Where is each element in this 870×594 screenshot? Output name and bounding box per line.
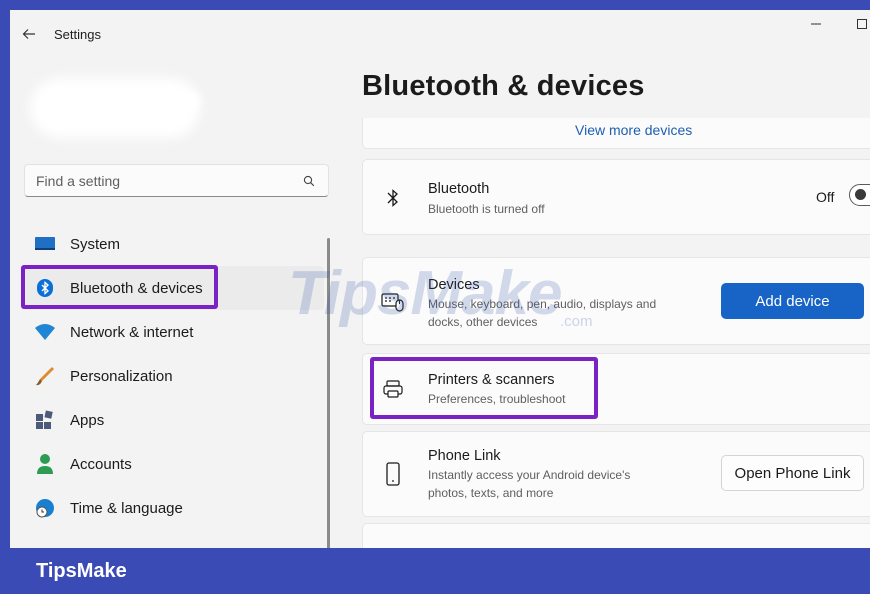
- brand-banner: TipsMake: [0, 548, 870, 594]
- wifi-icon: [34, 321, 56, 343]
- sidebar-item-bluetooth-devices[interactable]: Bluetooth & devices: [24, 266, 324, 310]
- app-title: Settings: [54, 26, 101, 42]
- toggle-knob: [855, 189, 866, 200]
- sidebar-item-label: Network & internet: [70, 323, 194, 341]
- frame-border-left: [0, 0, 10, 594]
- sidebar-item-time-language[interactable]: Time & language: [24, 486, 324, 530]
- sidebar-item-accounts[interactable]: Accounts: [24, 442, 324, 486]
- globe-clock-icon: [34, 497, 56, 519]
- frame-border-top: [0, 0, 870, 10]
- sidebar-item-apps[interactable]: Apps: [24, 398, 324, 442]
- phone-link-subtitle-line1: Instantly access your Android device's: [428, 468, 631, 482]
- settings-window: Settings System Bluetooth & devices: [0, 0, 870, 594]
- devices-title: Devices: [428, 277, 480, 293]
- sidebar-item-system[interactable]: System: [24, 222, 324, 266]
- bluetooth-toggle-label: Off: [816, 189, 835, 205]
- sidebar-item-personalization[interactable]: Personalization: [24, 354, 324, 398]
- keyboard-mouse-icon: [379, 288, 407, 316]
- profile-name-blurred: [110, 92, 200, 110]
- sidebar-item-label: System: [70, 235, 121, 253]
- brush-icon: [34, 365, 56, 387]
- sidebar-nav: System Bluetooth & devices Network & int…: [24, 222, 324, 530]
- minimize-icon[interactable]: [806, 14, 826, 34]
- add-device-button[interactable]: Add device: [721, 283, 864, 319]
- open-phone-link-button[interactable]: Open Phone Link: [721, 455, 864, 491]
- phone-link-subtitle-line2: photos, texts, and more: [428, 486, 554, 500]
- page-title: Bluetooth & devices: [362, 70, 645, 102]
- devices-subtitle-line2: docks, other devices: [428, 315, 538, 329]
- sidebar-scrollbar[interactable]: [327, 238, 330, 553]
- maximize-icon[interactable]: [852, 14, 870, 34]
- printers-title: Printers & scanners: [428, 372, 555, 388]
- sidebar-item-label: Accounts: [70, 455, 132, 473]
- search-input[interactable]: [25, 172, 296, 189]
- sidebar-item-network-internet[interactable]: Network & internet: [24, 310, 324, 354]
- devices-preview-card: View more devices: [362, 118, 870, 149]
- bluetooth-toggle[interactable]: [849, 184, 870, 206]
- phone-link-title: Phone Link: [428, 448, 501, 464]
- sidebar-item-label: Time & language: [70, 499, 183, 517]
- bluetooth-icon: [34, 277, 56, 299]
- bluetooth-icon: [379, 184, 407, 212]
- back-arrow-icon[interactable]: [18, 23, 40, 45]
- title-bar: Settings: [18, 20, 101, 48]
- search-icon[interactable]: [296, 168, 322, 194]
- sidebar-item-label: Apps: [70, 411, 105, 429]
- system-monitor-icon: [34, 233, 56, 255]
- bluetooth-subtitle: Bluetooth is turned off: [428, 202, 545, 216]
- apps-icon: [34, 409, 56, 431]
- printer-icon: [379, 375, 407, 403]
- devices-subtitle-line1: Mouse, keyboard, pen, audio, displays an…: [428, 297, 657, 311]
- view-more-devices-link[interactable]: View more devices: [575, 122, 692, 138]
- sidebar-item-label: Bluetooth & devices: [70, 279, 203, 297]
- printers-scanners-card[interactable]: Printers & scanners Preferences, trouble…: [362, 353, 870, 425]
- bluetooth-title: Bluetooth: [428, 181, 490, 197]
- bluetooth-card: Bluetooth Bluetooth is turned off: [362, 159, 870, 235]
- banner-text: TipsMake: [36, 559, 127, 582]
- phone-icon: [379, 460, 407, 488]
- printers-subtitle: Preferences, troubleshoot: [428, 392, 566, 406]
- sidebar-item-label: Personalization: [70, 367, 173, 385]
- person-icon: [34, 453, 56, 475]
- search-box[interactable]: [24, 164, 329, 197]
